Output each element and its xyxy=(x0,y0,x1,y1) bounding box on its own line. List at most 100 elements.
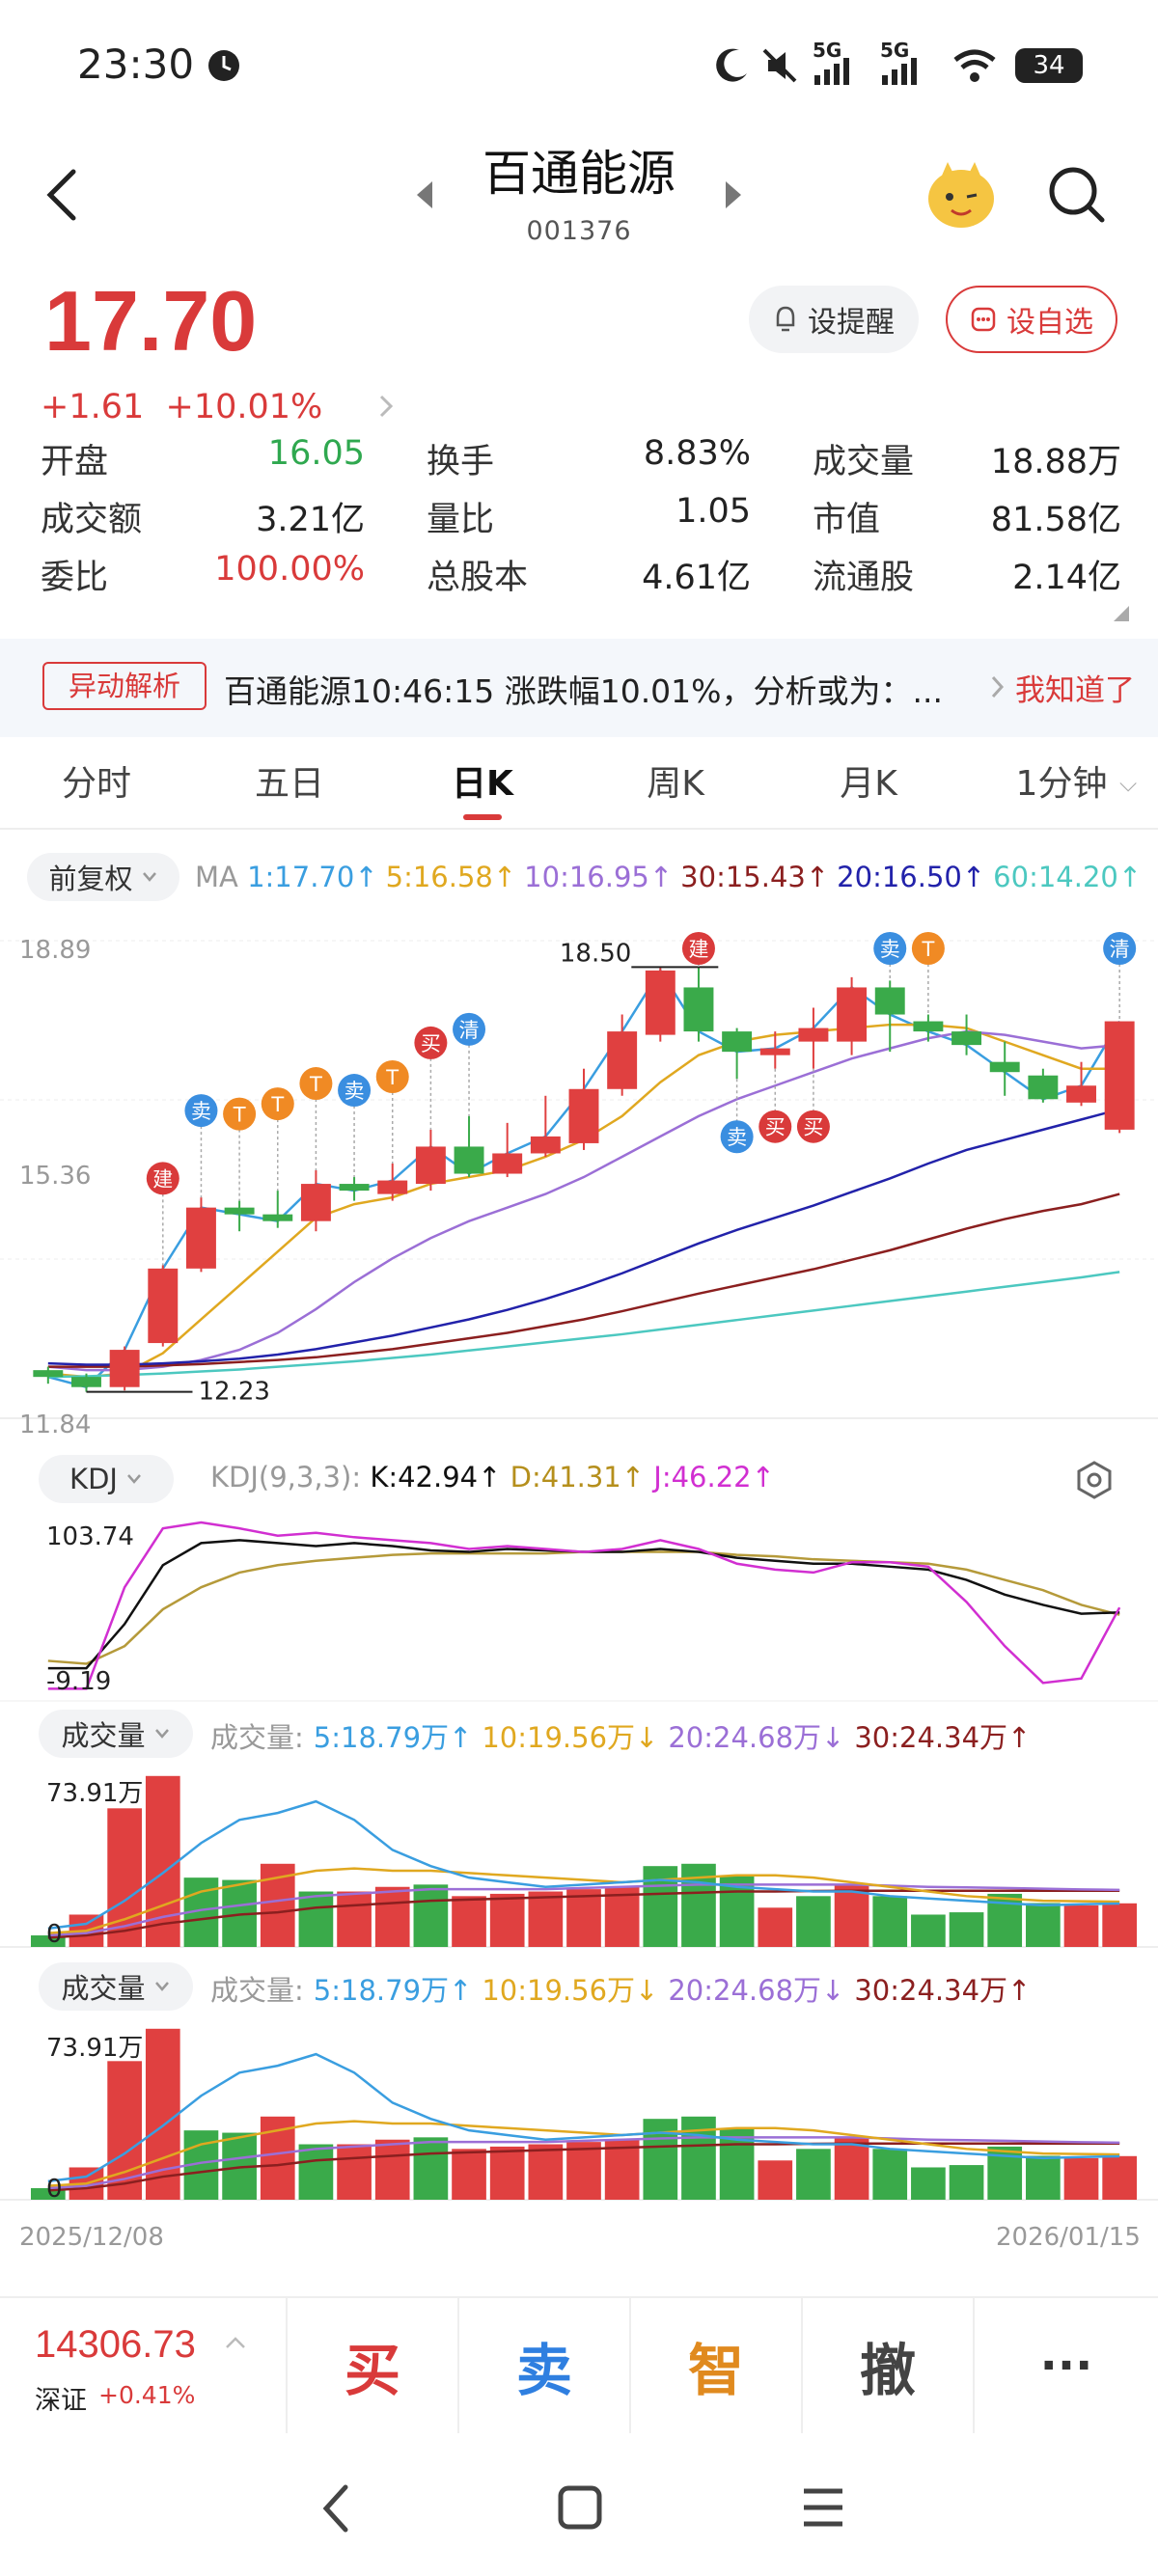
volume-chart-1[interactable] xyxy=(0,1764,1158,1957)
candle-body[interactable] xyxy=(568,1088,599,1143)
volume-bar[interactable] xyxy=(489,2146,525,2200)
candle-body[interactable] xyxy=(224,1207,255,1215)
volume-bar[interactable] xyxy=(298,1891,334,1947)
set-alert-button[interactable]: 设提醒 xyxy=(749,286,919,353)
menu-nav-icon[interactable] xyxy=(799,2483,847,2532)
search-icon[interactable] xyxy=(1046,164,1108,226)
volume-bar[interactable] xyxy=(452,1896,486,1947)
volume-bar[interactable] xyxy=(911,1914,946,1947)
more-button[interactable]: ··· xyxy=(973,2298,1158,2433)
home-nav-icon[interactable] xyxy=(556,2483,604,2532)
candle-body[interactable] xyxy=(300,1184,331,1221)
candle-body[interactable] xyxy=(492,1153,523,1174)
candle-body[interactable] xyxy=(109,1350,140,1387)
volume-bar[interactable] xyxy=(949,1912,984,1947)
volume-ma-value: 10:19.56万↓ xyxy=(482,1974,659,2007)
candle-body[interactable] xyxy=(33,1370,64,1378)
volume-bar[interactable] xyxy=(489,1893,525,1947)
candle-body[interactable] xyxy=(874,987,905,1015)
triangle-right-icon[interactable] xyxy=(722,178,745,212)
stat-value: 16.05 xyxy=(267,434,365,473)
candle-body[interactable] xyxy=(1066,1085,1096,1103)
tab-0[interactable]: 分时 xyxy=(0,753,193,830)
volume-bar[interactable] xyxy=(1102,1903,1138,1947)
kdj-chart[interactable] xyxy=(0,1510,1158,1708)
volume-bar[interactable] xyxy=(337,1891,372,1947)
candle-body[interactable] xyxy=(798,1028,829,1042)
high-price-label: 18.50 xyxy=(560,939,631,968)
volume-bar[interactable] xyxy=(796,2149,831,2200)
candle-body[interactable] xyxy=(148,1268,179,1344)
volume-bar[interactable] xyxy=(374,2139,410,2200)
sell-button[interactable]: 卖 xyxy=(457,2298,629,2433)
tab-4[interactable]: 月K xyxy=(772,753,965,830)
volume-indicator-dropdown-1[interactable]: 成交量 xyxy=(39,1710,193,1758)
candle-body[interactable] xyxy=(645,970,676,1035)
volume-bar[interactable] xyxy=(337,2144,372,2200)
candle-body[interactable] xyxy=(339,1184,370,1192)
hexagon-settings-icon[interactable] xyxy=(1073,1459,1116,1501)
candle-body[interactable] xyxy=(377,1180,408,1194)
volume-name-1: 成交量 xyxy=(61,1719,146,1752)
volume-bar[interactable] xyxy=(1026,2155,1061,2201)
candle-body[interactable] xyxy=(1028,1075,1059,1100)
adjust-mode-dropdown[interactable]: 前复权 xyxy=(27,853,179,901)
volume-bar[interactable] xyxy=(1026,1903,1061,1948)
volume-bar[interactable] xyxy=(1063,1905,1099,1947)
volume-bar[interactable] xyxy=(872,2149,908,2200)
volume-bar[interactable] xyxy=(911,2167,946,2200)
chevron-down-icon[interactable]: ⌵ xyxy=(1119,770,1137,797)
volume-bar[interactable] xyxy=(566,2142,601,2200)
candle-body[interactable] xyxy=(185,1207,216,1269)
stat-cell: 成交额 3.21亿 xyxy=(41,492,365,550)
expand-corner-icon[interactable] xyxy=(1110,602,1131,623)
tab-3[interactable]: 周K xyxy=(579,753,772,830)
volume-bar[interactable] xyxy=(949,2165,984,2200)
volume-chart-2[interactable] xyxy=(0,2016,1158,2209)
volume-indicator-dropdown-2[interactable]: 成交量 xyxy=(39,1962,193,2011)
volume-bar[interactable] xyxy=(796,1896,831,1947)
candle-body[interactable] xyxy=(913,1021,944,1032)
volume-bar[interactable] xyxy=(413,2137,449,2200)
candle-body[interactable] xyxy=(989,1061,1020,1073)
volume-bar[interactable] xyxy=(1063,2157,1099,2200)
candle-body[interactable] xyxy=(454,1146,484,1174)
kdj-line-d xyxy=(47,1550,1120,1665)
cancel-order-button[interactable]: 撤 xyxy=(801,2298,973,2433)
candle-body[interactable] xyxy=(1104,1021,1135,1130)
candle-body[interactable] xyxy=(951,1031,982,1046)
volume-bar[interactable] xyxy=(1102,2155,1138,2200)
candlestick-chart[interactable]: 18.5012.23建卖 T TT 卖T买清建卖买买卖 T 清 xyxy=(0,921,1158,1447)
smart-button[interactable]: 智 xyxy=(629,2298,801,2433)
dismiss-button[interactable]: 我知道了 xyxy=(1015,666,1135,709)
volume-bar[interactable] xyxy=(758,1907,793,1947)
candle-body[interactable] xyxy=(683,987,714,1032)
candle-body[interactable] xyxy=(262,1214,293,1221)
mascot-icon[interactable] xyxy=(923,158,1000,232)
volume-bar[interactable] xyxy=(528,2144,564,2200)
candle-body[interactable] xyxy=(415,1146,446,1185)
tab-1[interactable]: 五日 xyxy=(193,753,386,830)
volume-bar[interactable] xyxy=(758,2160,793,2200)
index-ticker[interactable]: 14306.73 深证 +0.41% xyxy=(0,2298,286,2433)
volume-bar[interactable] xyxy=(452,2149,486,2200)
candle-body[interactable] xyxy=(837,987,868,1042)
volume-bar[interactable] xyxy=(566,1889,601,1947)
chevron-right-icon[interactable] xyxy=(376,392,396,421)
wifi-icon xyxy=(953,49,996,82)
candle-body[interactable] xyxy=(607,1031,638,1089)
candle-body[interactable] xyxy=(71,1377,101,1387)
kdj-indicator-dropdown[interactable]: KDJ xyxy=(39,1455,174,1503)
buy-button[interactable]: 买 xyxy=(286,2298,457,2433)
volume-bar[interactable] xyxy=(528,1891,564,1947)
candle-body[interactable] xyxy=(722,1031,753,1053)
volume-bar[interactable] xyxy=(298,2144,334,2200)
back-nav-icon[interactable] xyxy=(315,2480,357,2537)
anomaly-text[interactable]: 百通能源10:46:15 涨跌幅10.01%，分析或为：... xyxy=(224,666,943,712)
candle-body[interactable] xyxy=(530,1136,561,1154)
volume-bar[interactable] xyxy=(374,1886,410,1947)
add-watchlist-button[interactable]: 设自选 xyxy=(946,286,1117,353)
volume-bar[interactable] xyxy=(413,1884,449,1947)
candle-body[interactable] xyxy=(759,1048,790,1055)
volume-bar[interactable] xyxy=(872,1896,908,1947)
